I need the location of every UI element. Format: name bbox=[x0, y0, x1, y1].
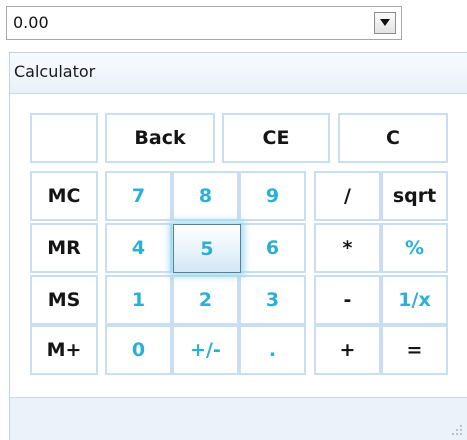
memory-recall-button[interactable]: MR bbox=[30, 223, 98, 273]
equals-button[interactable]: = bbox=[381, 325, 448, 375]
sign-toggle-button[interactable]: +/- bbox=[172, 325, 239, 375]
value-combobox[interactable]: 0.00 bbox=[6, 6, 402, 40]
calculator-title: Calculator bbox=[14, 62, 96, 81]
digit-7-button[interactable]: 7 bbox=[105, 171, 172, 221]
calculator-popup: Calculator Back CE C MC 7 8 9 / sqrt MR … bbox=[9, 52, 467, 440]
clear-button[interactable]: C bbox=[338, 113, 448, 163]
digit-9-button[interactable]: 9 bbox=[239, 171, 306, 221]
sqrt-button[interactable]: sqrt bbox=[381, 171, 448, 221]
memory-clear-button[interactable]: MC bbox=[30, 171, 98, 221]
triangle-down-icon bbox=[380, 19, 390, 26]
back-button[interactable]: Back bbox=[105, 113, 215, 163]
memory-store-button[interactable]: MS bbox=[30, 275, 98, 325]
digit-5-button[interactable]: 5 bbox=[173, 224, 241, 273]
add-button[interactable]: + bbox=[314, 325, 381, 375]
digit-1-button[interactable]: 1 bbox=[105, 275, 172, 325]
calculator-header: Calculator bbox=[10, 53, 467, 94]
divide-button[interactable]: / bbox=[314, 171, 381, 221]
dropdown-button[interactable] bbox=[374, 12, 396, 34]
percent-button[interactable]: % bbox=[381, 223, 448, 273]
resize-grip-icon[interactable] bbox=[451, 424, 463, 436]
memory-add-button[interactable]: M+ bbox=[30, 325, 98, 375]
combo-value-text[interactable]: 0.00 bbox=[13, 13, 49, 32]
clear-entry-button[interactable]: CE bbox=[222, 113, 330, 163]
calculator-footer bbox=[10, 397, 467, 440]
blank-key bbox=[30, 113, 98, 163]
digit-3-button[interactable]: 3 bbox=[239, 275, 306, 325]
subtract-button[interactable]: - bbox=[314, 275, 381, 325]
multiply-button[interactable]: * bbox=[314, 223, 381, 273]
decimal-point-button[interactable]: . bbox=[239, 325, 306, 375]
digit-8-button[interactable]: 8 bbox=[172, 171, 239, 221]
digit-6-button[interactable]: 6 bbox=[239, 223, 306, 273]
digit-2-button[interactable]: 2 bbox=[172, 275, 239, 325]
digit-0-button[interactable]: 0 bbox=[105, 325, 172, 375]
reciprocal-button[interactable]: 1/x bbox=[381, 275, 448, 325]
digit-4-button[interactable]: 4 bbox=[105, 223, 172, 273]
